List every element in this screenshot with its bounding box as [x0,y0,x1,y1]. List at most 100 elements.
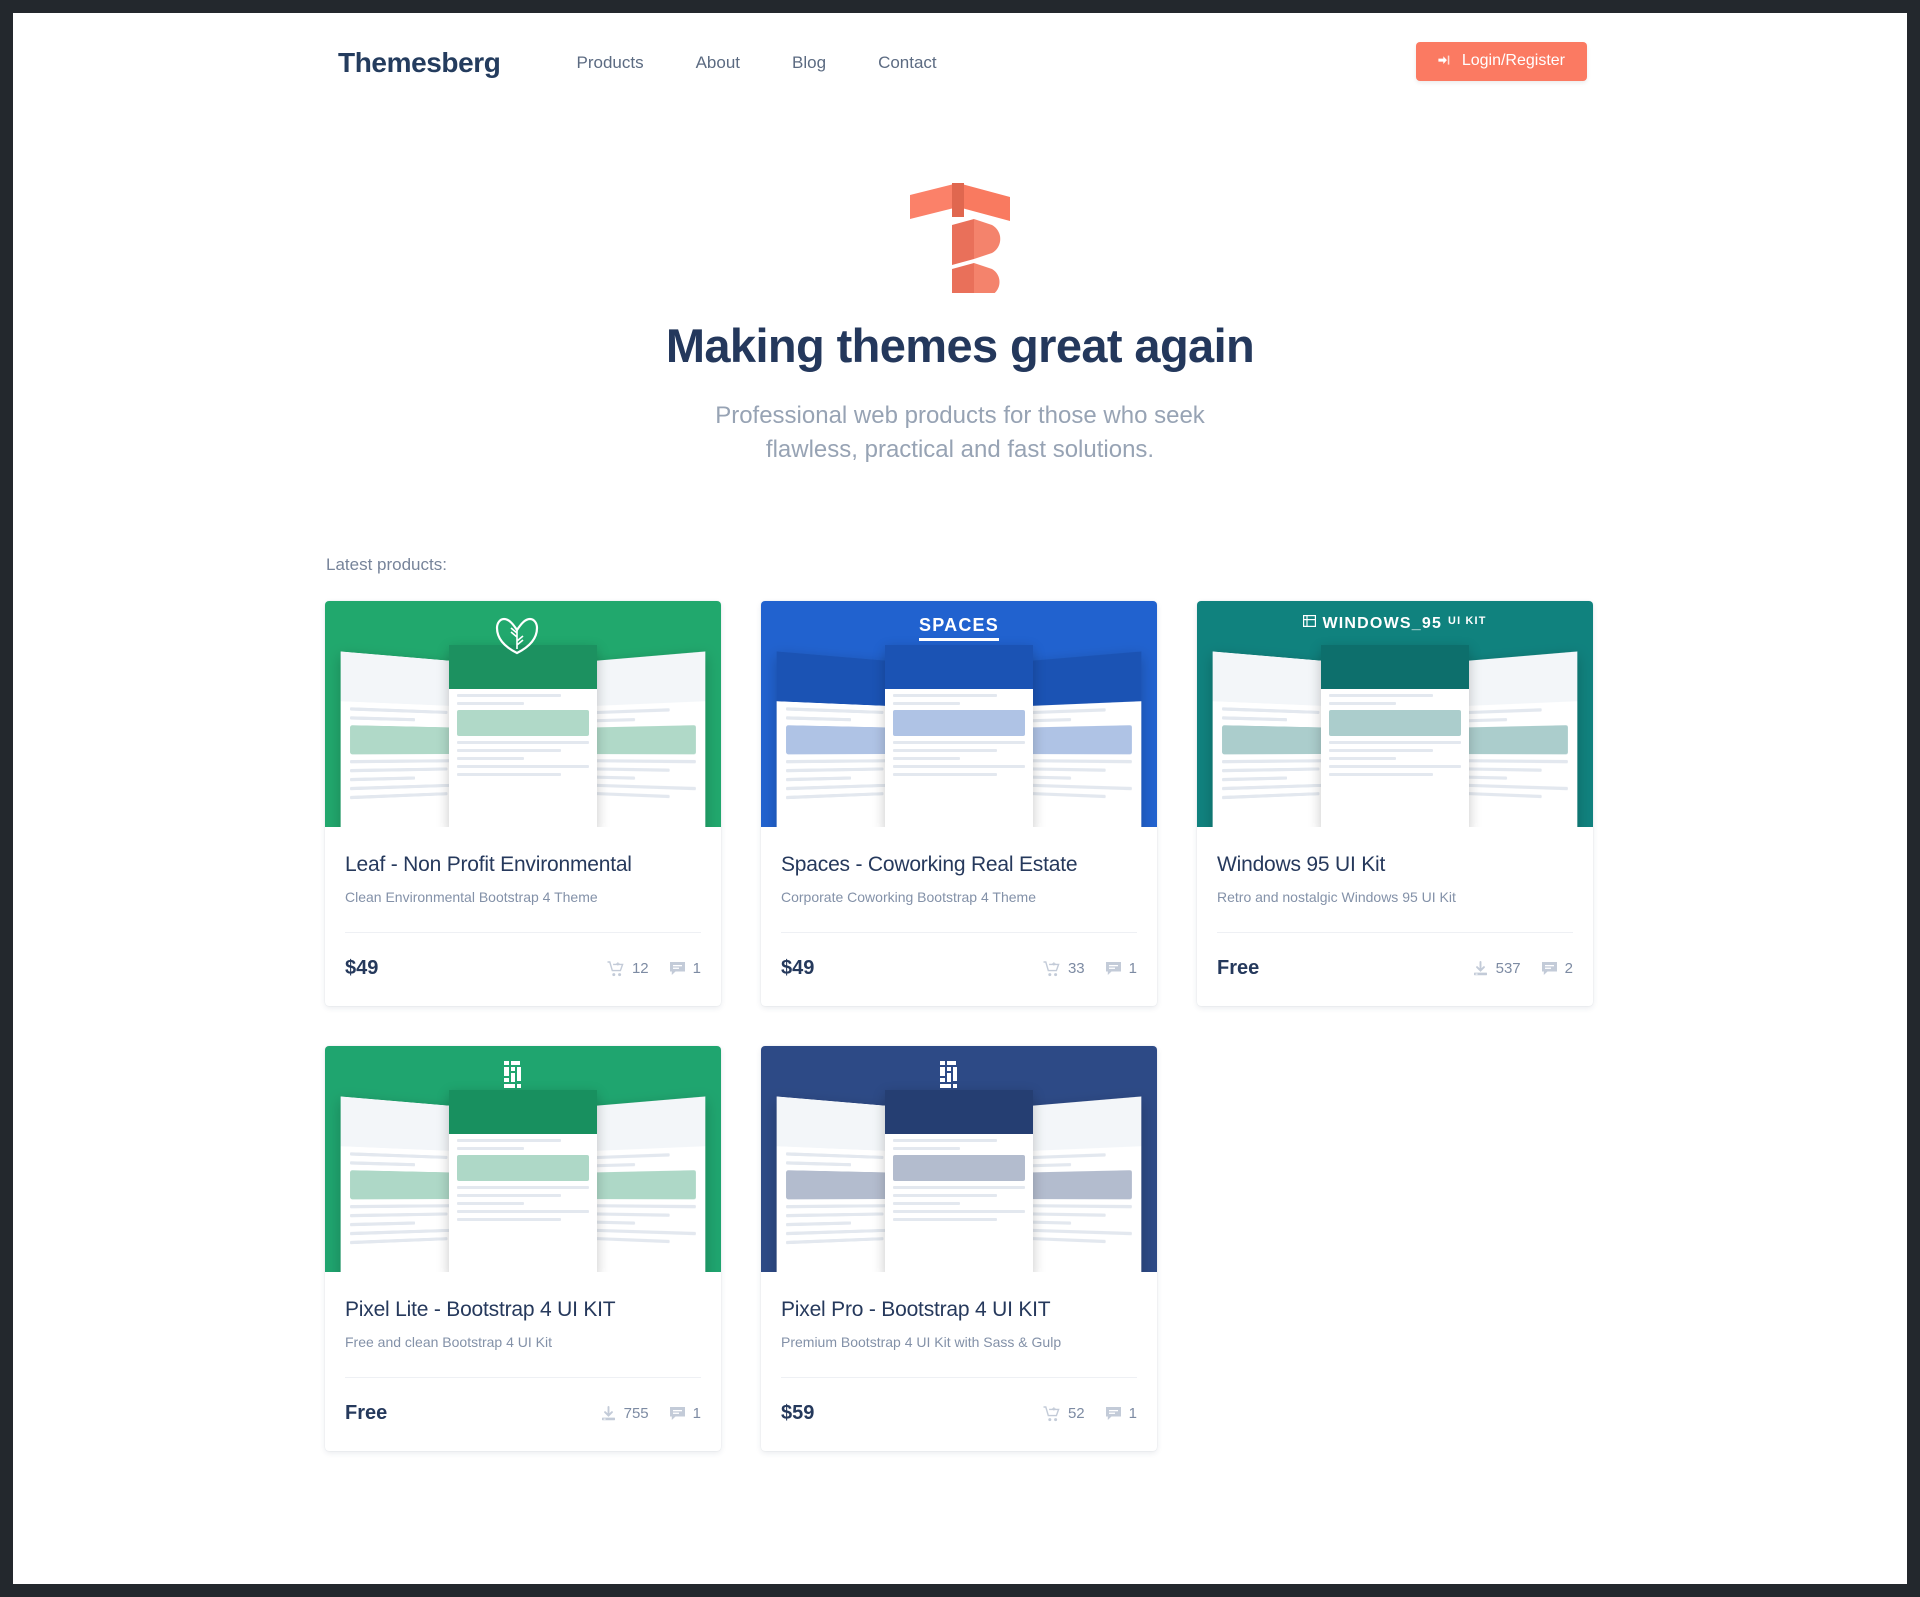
product-count-stat: 33 [1043,960,1085,977]
window-icon [1303,615,1317,630]
thumbnail-logo-sup: UI KIT [1448,615,1487,628]
sign-in-icon [1436,53,1452,69]
nav-link-blog[interactable]: Blog [766,43,852,83]
product-card-body: Spaces - Coworking Real Estate Corporate… [761,827,1157,905]
comment-icon [669,961,686,976]
product-count-stat: 537 [1472,960,1521,977]
product-stats: 33 1 [1043,960,1137,977]
count-value: 33 [1067,960,1085,978]
product-card-body: Leaf - Non Profit Environmental Clean En… [325,827,721,905]
comment-icon [1105,961,1122,976]
cart-icon [1043,961,1061,977]
thumbnail-logo [325,1060,721,1095]
count-value: 52 [1067,1405,1085,1423]
product-thumbnail[interactable]: SPACES [761,601,1157,828]
thumbnail-logo: WINDOWS_95 UI KIT [1197,615,1593,633]
mockup-center [449,645,597,828]
download-icon [1472,960,1489,977]
product-price: Free [345,1402,388,1425]
count-value: 12 [631,960,649,978]
product-card-footer: Free 537 2 [1217,932,1573,1006]
nav-link-contact[interactable]: Contact [852,43,963,83]
product-description: Clean Environmental Bootstrap 4 Theme [345,889,598,906]
pixel-icon [502,1060,532,1095]
comment-icon [1105,1406,1122,1421]
product-description: Corporate Coworking Bootstrap 4 Theme [781,889,1036,906]
leaf-icon [494,615,540,658]
hero-subtitle: Professional web products for those who … [13,399,1907,467]
product-description: Free and clean Bootstrap 4 UI Kit [345,1334,552,1351]
product-title: Leaf - Non Profit Environmental [345,853,632,877]
product-thumbnail[interactable] [325,1046,721,1273]
product-comments-stat: 1 [669,960,701,977]
products-section: Latest products: Leaf - Non Profit Envir… [325,467,1595,1452]
product-description: Premium Bootstrap 4 UI Kit with Sass & G… [781,1334,1062,1351]
product-card[interactable]: Pixel Pro - Bootstrap 4 UI KIT Premium B… [761,1046,1157,1452]
comments-value: 1 [1128,960,1137,978]
nav-links: Products About Blog Contact [551,43,963,83]
download-icon [600,1405,617,1422]
product-comments-stat: 2 [1541,960,1573,977]
product-stats: 755 1 [600,1405,701,1422]
login-register-button[interactable]: Login/Register [1415,42,1587,81]
product-card[interactable]: SPACES Spaces - Coworking Real Estate Co… [761,601,1157,1007]
page-title: Making themes great again [665,319,1255,372]
hero-subtitle-line2: flawless, practical and fast solutions. [765,436,1155,464]
themesberg-logo-mark-icon [900,173,1020,307]
comments-value: 1 [692,960,701,978]
product-thumbnail[interactable]: WINDOWS_95 UI KIT [1197,601,1593,828]
product-stats: 52 1 [1043,1405,1137,1422]
product-stats: 537 2 [1472,960,1573,977]
product-description: Retro and nostalgic Windows 95 UI Kit [1217,889,1456,906]
product-price: $49 [345,957,379,980]
product-title: Pixel Lite - Bootstrap 4 UI KIT [345,1298,616,1322]
pixel-icon [938,1060,968,1095]
product-card-body: Windows 95 UI Kit Retro and nostalgic Wi… [1197,827,1593,905]
product-thumbnail[interactable] [761,1046,1157,1273]
product-comments-stat: 1 [1105,1405,1137,1422]
count-value: 537 [1495,960,1521,978]
product-price: $59 [781,1402,815,1425]
count-value: 755 [623,1405,649,1423]
product-comments-stat: 1 [1105,960,1137,977]
comments-value: 1 [1128,1405,1137,1423]
latest-products-label: Latest products: [326,555,447,575]
page-frame: Themesberg Products About Blog Contact L… [13,13,1907,1584]
product-price: $49 [781,957,815,980]
product-comments-stat: 1 [669,1405,701,1422]
product-card-footer: $49 12 1 [345,932,701,1006]
product-price: Free [1217,957,1260,980]
nav-link-about[interactable]: About [670,43,766,83]
product-card[interactable]: Pixel Lite - Bootstrap 4 UI KIT Free and… [325,1046,721,1452]
thumbnail-logo: SPACES [761,615,1157,642]
product-stats: 12 1 [607,960,701,977]
comment-icon [1541,961,1558,976]
product-grid: Leaf - Non Profit Environmental Clean En… [325,601,1595,1452]
nav-link-products[interactable]: Products [551,43,670,83]
product-title: Pixel Pro - Bootstrap 4 UI KIT [781,1298,1051,1322]
product-count-stat: 52 [1043,1405,1085,1422]
product-count-stat: 755 [600,1405,649,1422]
hero-subtitle-line1: Professional web products for those who … [715,402,1205,430]
product-card-footer: Free 755 1 [345,1377,701,1451]
product-card-body: Pixel Pro - Bootstrap 4 UI KIT Premium B… [761,1272,1157,1350]
comments-value: 1 [692,1405,701,1423]
mockup-center [885,1090,1033,1273]
thumbnail-logo-label: SPACES [919,615,999,642]
product-thumbnail[interactable] [325,601,721,828]
product-title: Spaces - Coworking Real Estate [781,853,1078,877]
product-title: Windows 95 UI Kit [1217,853,1386,877]
navbar: Themesberg Products About Blog Contact L… [13,13,1907,113]
product-count-stat: 12 [607,960,649,977]
comment-icon [669,1406,686,1421]
product-card[interactable]: Leaf - Non Profit Environmental Clean En… [325,601,721,1007]
thumbnail-logo [325,615,721,658]
product-card[interactable]: WINDOWS_95 UI KIT Windows 95 UI Kit Retr… [1197,601,1593,1007]
mockup-center [885,645,1033,828]
thumbnail-logo-label: WINDOWS_95 [1322,615,1443,633]
product-card-body: Pixel Lite - Bootstrap 4 UI KIT Free and… [325,1272,721,1350]
product-card-footer: $49 33 1 [781,932,1137,1006]
login-register-label: Login/Register [1461,52,1565,69]
cart-icon [607,961,625,977]
brand-logo[interactable]: Themesberg [338,47,501,79]
